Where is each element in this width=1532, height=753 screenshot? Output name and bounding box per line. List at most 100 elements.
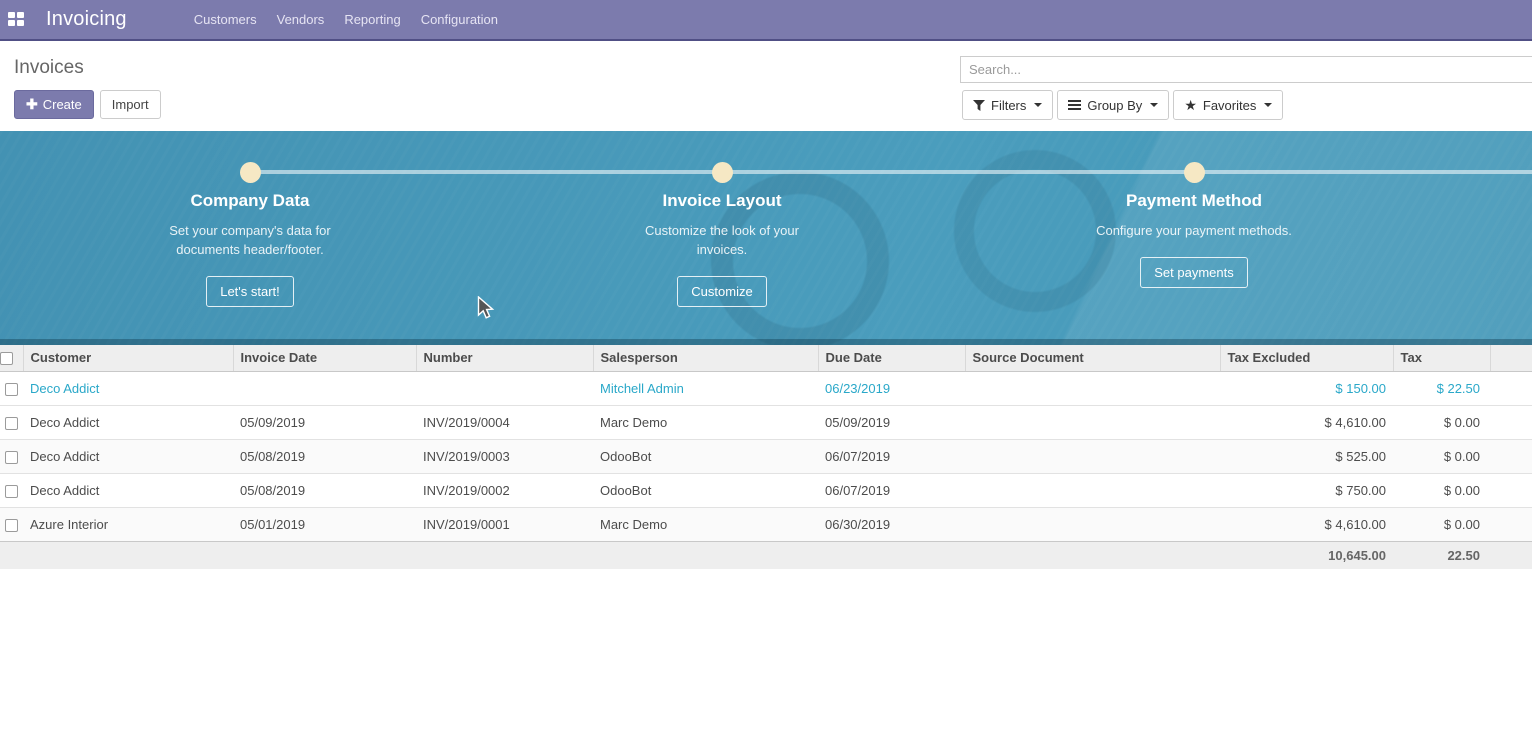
cell-due-date[interactable]: 05/09/2019 xyxy=(818,405,965,439)
cell-customer[interactable]: Deco Addict xyxy=(23,473,233,507)
cell-tax[interactable]: $ 0.00 xyxy=(1393,507,1490,541)
col-header-customer[interactable]: Customer xyxy=(23,345,233,371)
search-input[interactable] xyxy=(960,56,1532,83)
set-payments-button[interactable]: Set payments xyxy=(1140,257,1248,288)
cell-tax-excluded[interactable]: $ 525.00 xyxy=(1220,439,1393,473)
table-row[interactable]: Deco Addict 05/08/2019 INV/2019/0003 Odo… xyxy=(0,439,1532,473)
step-description: Set your company's data for documents he… xyxy=(138,221,363,259)
col-header-invoice-date[interactable]: Invoice Date xyxy=(233,345,416,371)
onboarding-timeline xyxy=(250,170,1532,174)
cell-due-date[interactable]: 06/30/2019 xyxy=(818,507,965,541)
cell-invoice-date[interactable]: 05/01/2019 xyxy=(233,507,416,541)
col-header-empty xyxy=(1490,345,1532,371)
cell-number[interactable] xyxy=(416,371,593,405)
cell-source-document[interactable] xyxy=(965,405,1220,439)
cell-number[interactable]: INV/2019/0002 xyxy=(416,473,593,507)
chevron-down-icon xyxy=(1264,103,1272,107)
action-buttons: ✚ Create Import xyxy=(14,90,161,119)
onboarding-step-company-data: Company Data Set your company's data for… xyxy=(110,191,390,307)
cell-salesperson[interactable]: Marc Demo xyxy=(593,507,818,541)
apps-menu-icon[interactable] xyxy=(8,12,25,27)
col-header-due-date[interactable]: Due Date xyxy=(818,345,965,371)
create-button[interactable]: ✚ Create xyxy=(14,90,94,119)
step-title: Payment Method xyxy=(1054,191,1334,211)
plus-icon: ✚ xyxy=(26,96,38,113)
cell-invoice-date[interactable]: 05/08/2019 xyxy=(233,439,416,473)
table-footer-row: 10,645.00 22.50 xyxy=(0,541,1532,569)
col-header-source-document[interactable]: Source Document xyxy=(965,345,1220,371)
cell-due-date[interactable]: 06/23/2019 xyxy=(818,371,965,405)
cell-number[interactable]: INV/2019/0001 xyxy=(416,507,593,541)
cell-tax-excluded[interactable]: $ 150.00 xyxy=(1220,371,1393,405)
cell-tax[interactable]: $ 22.50 xyxy=(1393,371,1490,405)
step-dot-invoice-layout xyxy=(712,162,733,183)
onboarding-step-invoice-layout: Invoice Layout Customize the look of you… xyxy=(582,191,862,307)
cell-due-date[interactable]: 06/07/2019 xyxy=(818,439,965,473)
cell-tax-excluded[interactable]: $ 750.00 xyxy=(1220,473,1393,507)
app-title[interactable]: Invoicing xyxy=(46,8,127,31)
select-all-checkbox[interactable] xyxy=(0,352,13,365)
row-checkbox[interactable] xyxy=(5,519,18,532)
cell-invoice-date[interactable] xyxy=(233,371,416,405)
cell-tax-excluded[interactable]: $ 4,610.00 xyxy=(1220,405,1393,439)
table-row[interactable]: Azure Interior 05/01/2019 INV/2019/0001 … xyxy=(0,507,1532,541)
filters-button[interactable]: Filters xyxy=(962,90,1053,120)
table-row[interactable]: Deco Addict Mitchell Admin 06/23/2019 $ … xyxy=(0,371,1532,405)
cell-source-document[interactable] xyxy=(965,439,1220,473)
row-checkbox[interactable] xyxy=(5,383,18,396)
menu-configuration[interactable]: Configuration xyxy=(411,0,508,40)
cell-invoice-date[interactable]: 05/08/2019 xyxy=(233,473,416,507)
step-description: Customize the look of your invoices. xyxy=(620,221,825,259)
search-filter-buttons: Filters Group By ★ Favorites xyxy=(962,90,1283,120)
step-dot-payment-method xyxy=(1184,162,1205,183)
invoice-list-table: Customer Invoice Date Number Salesperson… xyxy=(0,345,1532,569)
cell-customer[interactable]: Deco Addict xyxy=(23,405,233,439)
col-header-salesperson[interactable]: Salesperson xyxy=(593,345,818,371)
chevron-down-icon xyxy=(1150,103,1158,107)
star-icon: ★ xyxy=(1184,97,1197,114)
filter-funnel-icon xyxy=(973,100,985,111)
cell-tax[interactable]: $ 0.00 xyxy=(1393,473,1490,507)
cell-customer[interactable]: Deco Addict xyxy=(23,439,233,473)
menu-vendors[interactable]: Vendors xyxy=(267,0,335,40)
cell-salesperson[interactable]: OdooBot xyxy=(593,439,818,473)
navbar-menus: Customers Vendors Reporting Configuratio… xyxy=(184,0,508,40)
cell-source-document[interactable] xyxy=(965,507,1220,541)
cell-number[interactable]: INV/2019/0003 xyxy=(416,439,593,473)
menu-customers[interactable]: Customers xyxy=(184,0,267,40)
footer-total-tax: 22.50 xyxy=(1393,541,1490,569)
cell-tax[interactable]: $ 0.00 xyxy=(1393,439,1490,473)
col-header-tax-excluded[interactable]: Tax Excluded xyxy=(1220,345,1393,371)
col-header-tax[interactable]: Tax xyxy=(1393,345,1490,371)
cell-salesperson[interactable]: Marc Demo xyxy=(593,405,818,439)
cell-salesperson[interactable]: Mitchell Admin xyxy=(593,371,818,405)
cell-source-document[interactable] xyxy=(965,371,1220,405)
cell-customer[interactable]: Azure Interior xyxy=(23,507,233,541)
step-title: Company Data xyxy=(110,191,390,211)
cell-tax[interactable]: $ 0.00 xyxy=(1393,405,1490,439)
cell-source-document[interactable] xyxy=(965,473,1220,507)
cell-number[interactable]: INV/2019/0004 xyxy=(416,405,593,439)
favorites-button[interactable]: ★ Favorites xyxy=(1173,90,1283,120)
row-checkbox[interactable] xyxy=(5,451,18,464)
row-checkbox[interactable] xyxy=(5,417,18,430)
cell-customer[interactable]: Deco Addict xyxy=(23,371,233,405)
chevron-down-icon xyxy=(1034,103,1042,107)
table-row[interactable]: Deco Addict 05/08/2019 INV/2019/0002 Odo… xyxy=(0,473,1532,507)
group-by-button[interactable]: Group By xyxy=(1057,90,1169,120)
footer-total-tax-excluded: 10,645.00 xyxy=(1220,541,1393,569)
import-button[interactable]: Import xyxy=(100,90,161,119)
top-navbar: Invoicing Customers Vendors Reporting Co… xyxy=(0,0,1532,41)
col-header-number[interactable]: Number xyxy=(416,345,593,371)
customize-button[interactable]: Customize xyxy=(677,276,766,307)
cell-invoice-date[interactable]: 05/09/2019 xyxy=(233,405,416,439)
table-row[interactable]: Deco Addict 05/09/2019 INV/2019/0004 Mar… xyxy=(0,405,1532,439)
cell-tax-excluded[interactable]: $ 4,610.00 xyxy=(1220,507,1393,541)
menu-reporting[interactable]: Reporting xyxy=(334,0,410,40)
select-all-cell xyxy=(0,345,23,371)
step-description: Configure your payment methods. xyxy=(1082,221,1307,240)
cell-due-date[interactable]: 06/07/2019 xyxy=(818,473,965,507)
row-checkbox[interactable] xyxy=(5,485,18,498)
lets-start-button[interactable]: Let's start! xyxy=(206,276,294,307)
cell-salesperson[interactable]: OdooBot xyxy=(593,473,818,507)
